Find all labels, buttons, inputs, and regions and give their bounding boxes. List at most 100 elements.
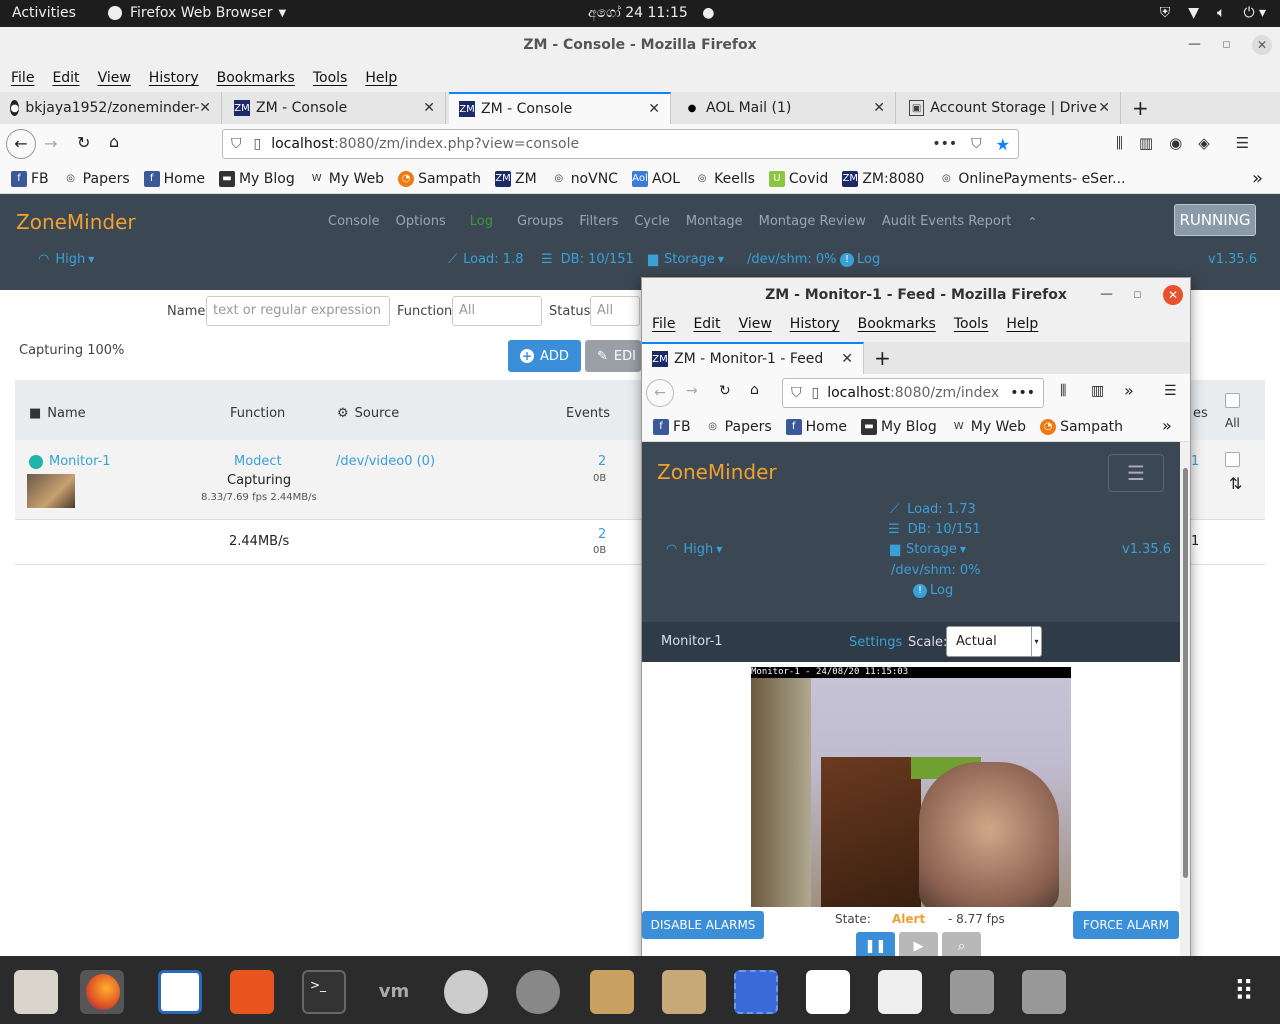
account-icon[interactable]: ◉ xyxy=(1169,134,1182,152)
running-state-button[interactable]: RUNNING xyxy=(1174,204,1256,236)
function-link[interactable]: Modect xyxy=(234,454,282,469)
close-tab-icon[interactable]: ✕ xyxy=(873,100,885,116)
bookmark-fb[interactable]: f FB xyxy=(653,418,691,435)
close-tab-icon[interactable]: ✕ xyxy=(199,100,211,116)
popup-menu-bookmarks[interactable]: Bookmarks xyxy=(858,316,936,332)
close-tab-icon[interactable]: ✕ xyxy=(1098,100,1110,116)
bookmark-sampath[interactable]: ◔ Sampath xyxy=(1040,418,1123,435)
tab-github[interactable]: ● bkjaya1952/zoneminder- ✕ xyxy=(0,92,222,124)
nav-montage[interactable]: Montage xyxy=(686,214,743,229)
maximize-icon[interactable]: ▫ xyxy=(1222,27,1231,63)
function-filter-select[interactable]: All xyxy=(452,296,542,326)
menu-tools[interactable]: Tools xyxy=(313,70,348,86)
menu-view[interactable]: View xyxy=(98,70,131,86)
sidebar-icon[interactable]: ▥ xyxy=(1091,383,1104,399)
chevron-right-icon[interactable]: » xyxy=(1252,168,1263,189)
popup-menu-tools[interactable]: Tools xyxy=(954,316,989,332)
popup-menu-view[interactable]: View xyxy=(739,316,772,332)
app-menu[interactable]: Firefox Web Browser ▼ xyxy=(108,5,286,21)
popup-reload-icon[interactable]: ↻ xyxy=(719,383,731,399)
nav-options[interactable]: Options xyxy=(396,214,446,229)
page-actions-icon[interactable]: ••• xyxy=(932,136,957,152)
nav-montage-review[interactable]: Montage Review xyxy=(759,214,866,229)
navbar-toggle-icon[interactable]: ☰ xyxy=(1108,454,1164,492)
popup-back-icon[interactable]: ← xyxy=(646,379,674,407)
popup-menu-help[interactable]: Help xyxy=(1006,316,1038,332)
show-applications-icon[interactable]: ⠿ xyxy=(1222,970,1266,1014)
package-icon[interactable] xyxy=(662,970,706,1014)
tab-aol-mail[interactable]: ● AOL Mail (1) ✕ xyxy=(674,92,896,124)
hamburger-menu-icon[interactable]: ☰ xyxy=(1236,134,1249,152)
total-events[interactable]: 2 xyxy=(598,527,606,542)
events-column-header[interactable]: Events xyxy=(566,406,610,421)
bookmark-keells[interactable]: ◎ Keells xyxy=(694,171,755,187)
libreoffice-writer-icon[interactable] xyxy=(158,970,202,1014)
menu-file[interactable]: File xyxy=(11,70,34,86)
row-checkbox[interactable] xyxy=(1225,452,1240,467)
library-icon[interactable]: ⫼ xyxy=(1060,383,1066,399)
disable-alarms-button[interactable]: DISABLE ALARMS xyxy=(642,911,764,939)
bookmark-home[interactable]: f Home xyxy=(143,170,205,187)
monitor-name-link[interactable]: Monitor-1 xyxy=(29,454,111,469)
popup-log-link[interactable]: ! Log xyxy=(913,583,953,598)
bookmark-zm[interactable]: ZM ZM xyxy=(495,170,537,187)
partial-count[interactable]: 1 xyxy=(1191,454,1199,469)
popup-zm-brand[interactable]: ZoneMinder xyxy=(657,460,777,484)
bookmark-papers[interactable]: ◎ Papers xyxy=(705,419,771,435)
name-filter-input[interactable]: text or regular expression xyxy=(206,296,390,326)
popup-close-icon[interactable]: ✕ xyxy=(1163,285,1183,305)
system-tray[interactable]: ⛨ ▼ 🔈︎ ⏻ ▾ xyxy=(1160,5,1266,21)
bandwidth-dropdown[interactable]: ◠ High ▼ xyxy=(38,252,94,267)
popup-home-icon[interactable]: ⌂ xyxy=(750,382,759,398)
new-tab-icon[interactable]: + xyxy=(1132,96,1149,120)
page-info-icon[interactable]: ▯ xyxy=(254,136,262,152)
popup-maximize-icon[interactable]: ▫ xyxy=(1133,278,1142,312)
collapse-icon[interactable]: ⌃ xyxy=(1027,215,1037,229)
minimize-icon[interactable]: — xyxy=(1188,27,1201,63)
edit-button[interactable]: ✎ EDI xyxy=(585,340,641,372)
chevron-right-icon[interactable]: » xyxy=(1162,416,1172,435)
bookmark-my-web[interactable]: W My Web xyxy=(309,171,384,187)
popup-db-stat[interactable]: ☰ DB: 10/151 xyxy=(888,522,981,537)
popup-version[interactable]: v1.35.6 xyxy=(1122,542,1171,557)
pocket-icon[interactable]: ⛉ xyxy=(971,136,982,152)
menu-bookmarks[interactable]: Bookmarks xyxy=(217,70,295,86)
hamburger-menu-icon[interactable]: ☰ xyxy=(1164,383,1177,399)
bookmark-covid[interactable]: U Covid xyxy=(768,170,828,187)
close-tab-icon[interactable]: ✕ xyxy=(423,100,435,116)
add-button[interactable]: + ADD xyxy=(508,340,581,372)
version[interactable]: v1.35.6 xyxy=(1208,252,1257,267)
source-column-header[interactable]: ⚙ Source xyxy=(337,406,399,421)
monitor-thumbnail[interactable] xyxy=(27,474,75,508)
force-alarm-button[interactable]: FORCE ALARM xyxy=(1073,911,1179,939)
nav-log[interactable]: Log xyxy=(470,214,493,229)
nav-audit-events[interactable]: Audit Events Report xyxy=(882,214,1011,229)
popup-url-bar[interactable]: ⛉ ▯ localhost:8080/zm/index ••• xyxy=(782,378,1044,408)
source-link[interactable]: /dev/video0 (0) xyxy=(336,454,435,469)
nav-cycle[interactable]: Cycle xyxy=(634,214,670,229)
db-stat[interactable]: ☰ DB: 10/151 xyxy=(541,252,634,267)
log-link[interactable]: ! Log xyxy=(840,252,880,267)
close-tab-icon[interactable]: ✕ xyxy=(648,101,660,117)
settings-link[interactable]: Settings xyxy=(849,635,902,650)
select-all-checkbox[interactable] xyxy=(1225,393,1240,408)
tracking-shield-icon[interactable]: ⛉ xyxy=(791,385,802,401)
function-column-header[interactable]: Function xyxy=(230,406,285,421)
popup-storage-dropdown[interactable]: ▆ Storage ▼ xyxy=(890,542,966,557)
popup-menu-edit[interactable]: Edit xyxy=(693,316,720,332)
archive-download-icon[interactable] xyxy=(590,970,634,1014)
reload-icon[interactable]: ↻ xyxy=(77,133,90,152)
popup-menu-history[interactable]: History xyxy=(790,316,840,332)
tab-zm-console-2[interactable]: ZM ZM - Console ✕ xyxy=(449,92,671,124)
nav-console[interactable]: Console xyxy=(328,214,380,229)
drive-icon[interactable] xyxy=(950,970,994,1014)
tab-zm-console-1[interactable]: ZM ZM - Console ✕ xyxy=(224,92,446,124)
tracking-shield-icon[interactable]: ⛉ xyxy=(231,136,242,152)
zm-brand[interactable]: ZoneMinder xyxy=(16,210,136,234)
close-icon[interactable]: ✕ xyxy=(1252,35,1272,55)
close-tab-icon[interactable]: ✕ xyxy=(841,351,853,367)
back-icon[interactable]: ← xyxy=(6,129,36,159)
bookmark-zm8080[interactable]: ZM ZM:8080 xyxy=(842,170,924,187)
clock[interactable]: අගෝ 24 11:15 ● xyxy=(588,5,715,21)
dictionary-icon[interactable] xyxy=(878,970,922,1014)
